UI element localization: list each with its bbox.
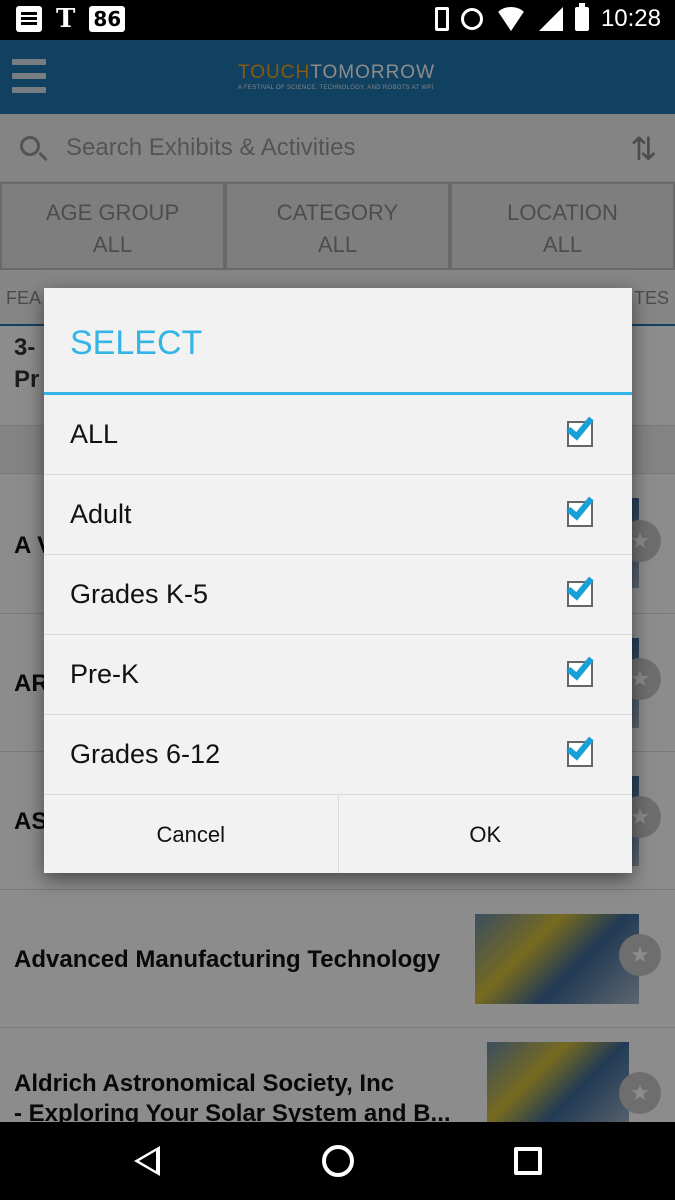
notification-icon (16, 6, 42, 32)
recent-apps-icon[interactable] (514, 1147, 542, 1175)
option-adult[interactable]: Adult (44, 475, 632, 555)
option-label: ALL (70, 419, 119, 449)
status-bar: T 86 10:28 (0, 0, 675, 40)
option-grades-k-5[interactable]: Grades K-5 (44, 555, 632, 635)
vibrate-icon (434, 7, 449, 31)
cancel-button[interactable]: Cancel (44, 795, 339, 873)
checkbox[interactable] (566, 651, 594, 687)
dialog-title: SELECT (70, 324, 203, 362)
wifi-icon (494, 7, 527, 31)
checkbox[interactable] (566, 411, 594, 447)
option-label: Adult (70, 499, 132, 529)
checkmark-icon (566, 731, 594, 761)
option-grades-6-12[interactable]: Grades 6-12 (44, 715, 632, 795)
checkbox[interactable] (566, 571, 594, 607)
badge-86-icon: 86 (89, 6, 126, 32)
status-time: 10:28 (600, 5, 661, 32)
option-label: Grades 6-12 (70, 739, 221, 769)
ok-button[interactable]: OK (339, 795, 633, 873)
carrier-icon: T (56, 4, 76, 34)
back-icon[interactable] (134, 1146, 160, 1176)
dialog-buttons: Cancel OK (44, 794, 632, 873)
option-label: Pre-K (70, 659, 140, 689)
checkbox[interactable] (566, 731, 594, 767)
checkmark-icon (566, 571, 594, 601)
select-dialog: SELECT ALL Adult Grades K-5 Pre-K Grades… (44, 288, 632, 873)
checkbox[interactable] (566, 491, 594, 527)
home-icon[interactable] (322, 1145, 354, 1177)
signal-icon (538, 7, 563, 31)
navigation-bar (0, 1122, 675, 1200)
option-all[interactable]: ALL (44, 395, 632, 475)
checkmark-icon (566, 411, 594, 441)
checkmark-icon (566, 491, 594, 521)
battery-icon (574, 3, 589, 31)
checkmark-icon (566, 651, 594, 681)
option-label: Grades K-5 (70, 579, 209, 609)
option-pre-k[interactable]: Pre-K (44, 635, 632, 715)
alarm-icon (460, 8, 483, 30)
